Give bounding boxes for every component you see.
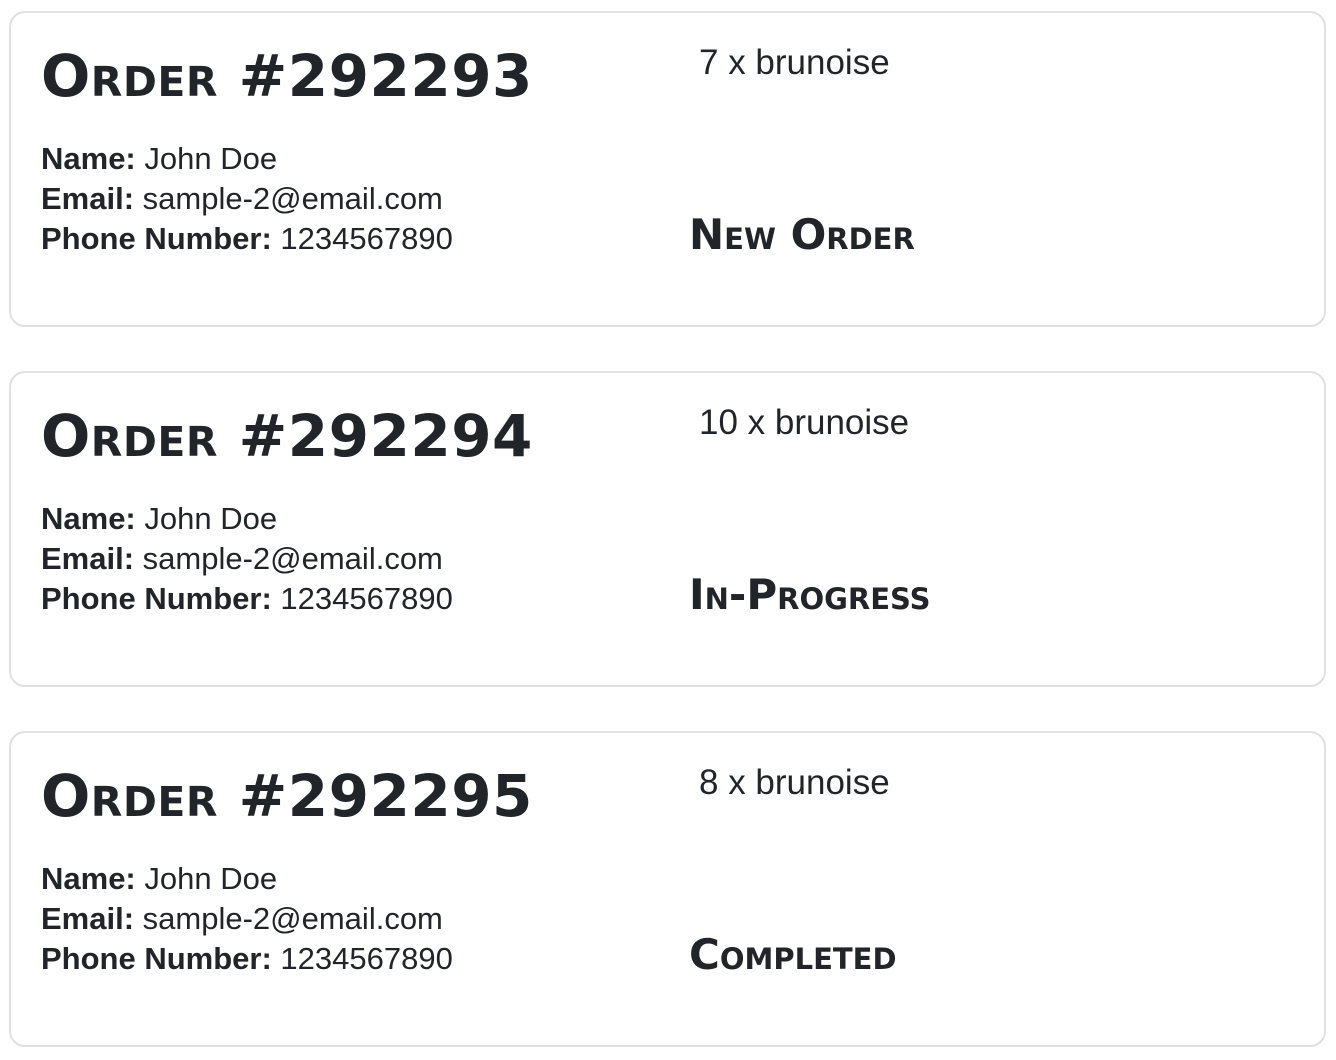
customer-email: sample-2@email.com <box>142 901 443 936</box>
customer-name: John Doe <box>144 501 278 536</box>
phone-label: Phone Number: <box>41 221 272 256</box>
phone-label: Phone Number: <box>41 581 272 616</box>
customer-name-row: Name: John Doe <box>41 859 453 899</box>
customer-name: John Doe <box>144 141 278 176</box>
name-label: Name: <box>41 501 136 536</box>
customer-phone: 1234567890 <box>280 941 453 976</box>
phone-label: Phone Number: <box>41 941 272 976</box>
email-label: Email: <box>41 541 135 576</box>
order-card[interactable]: Order #292293 Name: John Doe Email: samp… <box>9 11 1326 327</box>
customer-phone-row: Phone Number: 1234567890 <box>41 939 453 979</box>
customer-info: Name: John Doe Email: sample-2@email.com… <box>41 859 453 979</box>
order-status: New Order <box>689 210 915 259</box>
customer-name-row: Name: John Doe <box>41 499 453 539</box>
customer-name: John Doe <box>144 861 278 896</box>
order-items: 8 x brunoise <box>699 763 890 802</box>
email-label: Email: <box>41 181 135 216</box>
customer-email-row: Email: sample-2@email.com <box>41 899 453 939</box>
customer-info: Name: John Doe Email: sample-2@email.com… <box>41 139 453 259</box>
order-card[interactable]: Order #292294 Name: John Doe Email: samp… <box>9 371 1326 687</box>
customer-email-row: Email: sample-2@email.com <box>41 179 453 219</box>
order-title: Order #292294 <box>41 402 533 470</box>
customer-name-row: Name: John Doe <box>41 139 453 179</box>
customer-email: sample-2@email.com <box>142 541 443 576</box>
order-items: 7 x brunoise <box>699 43 890 82</box>
customer-email-row: Email: sample-2@email.com <box>41 539 453 579</box>
email-label: Email: <box>41 901 135 936</box>
customer-email: sample-2@email.com <box>142 181 443 216</box>
order-list: Order #292293 Name: John Doe Email: samp… <box>0 0 1336 1060</box>
order-card[interactable]: Order #292295 Name: John Doe Email: samp… <box>9 731 1326 1047</box>
order-title: Order #292293 <box>41 42 533 110</box>
customer-phone: 1234567890 <box>280 581 453 616</box>
order-title: Order #292295 <box>41 762 533 830</box>
customer-phone-row: Phone Number: 1234567890 <box>41 219 453 259</box>
customer-phone: 1234567890 <box>280 221 453 256</box>
name-label: Name: <box>41 861 136 896</box>
customer-phone-row: Phone Number: 1234567890 <box>41 579 453 619</box>
customer-info: Name: John Doe Email: sample-2@email.com… <box>41 499 453 619</box>
order-status: In-Progress <box>689 570 931 619</box>
order-status: Completed <box>689 930 897 979</box>
name-label: Name: <box>41 141 136 176</box>
order-items: 10 x brunoise <box>699 403 910 442</box>
